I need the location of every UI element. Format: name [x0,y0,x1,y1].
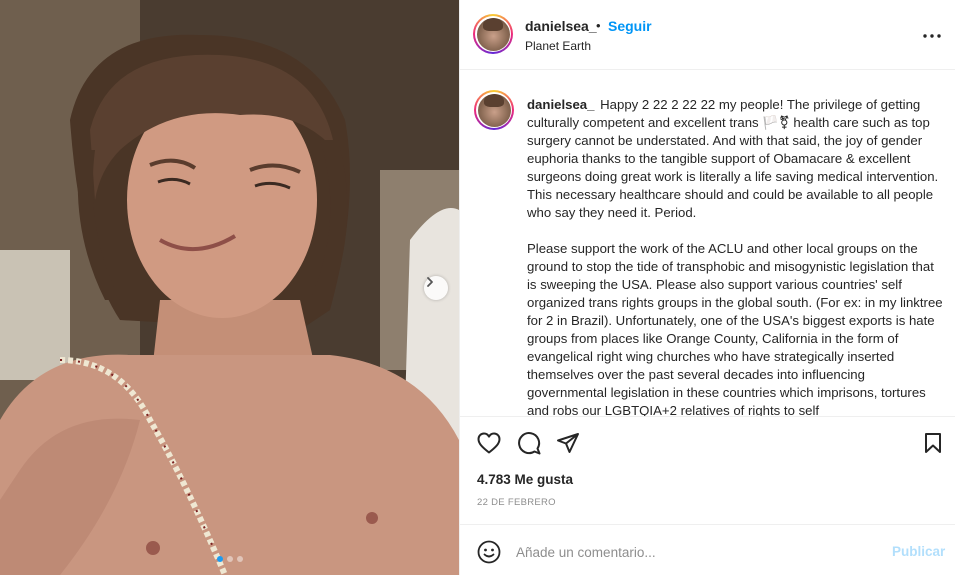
comment-bubble-icon [518,432,541,455]
caption-section[interactable]: danielsea_ Happy 2 22 2 22 22 my people!… [460,71,955,416]
next-photo-button[interactable] [424,276,448,300]
carousel-dot [227,556,233,562]
emoji-button[interactable] [476,539,502,565]
portrait-image [0,0,459,575]
smiley-icon [477,540,501,564]
post-caption: danielsea_ Happy 2 22 2 22 22 my people!… [527,96,947,416]
caption-paragraph: Happy 2 22 2 22 22 my people! The privil… [527,97,939,220]
paper-plane-icon [557,433,579,453]
chevron-right-icon [427,277,433,287]
add-comment-bar: Publicar [460,524,955,575]
caption-paragraph: Please support the work of the ACLU and … [527,241,943,416]
more-horizontal-icon [923,34,941,38]
save-button[interactable] [920,430,946,456]
like-button[interactable] [476,430,502,456]
action-bar [460,416,955,468]
comment-button[interactable] [516,430,542,456]
comment-input[interactable] [516,541,876,563]
likes-count[interactable]: 4.783 Me gusta [477,472,573,487]
heart-icon [477,432,501,454]
post-photo[interactable] [0,0,459,575]
post-location[interactable]: Planet Earth [525,39,591,53]
caption-username[interactable]: danielsea_ [527,97,594,112]
caption-author-avatar[interactable] [474,90,514,130]
share-button[interactable] [555,430,581,456]
carousel-dots [217,556,243,562]
carousel-dot-active [217,556,223,562]
post-details-panel: danielsea_ • Seguir Planet Earth daniels… [459,0,955,575]
header-separator: • [596,18,601,33]
post-header: danielsea_ • Seguir Planet Earth [460,0,955,70]
post-date[interactable]: 22 DE FEBRERO [477,497,556,508]
bookmark-icon [925,433,941,453]
follow-button[interactable]: Seguir [608,18,652,34]
carousel-dot [237,556,243,562]
author-avatar[interactable] [473,14,513,54]
publish-comment-button[interactable]: Publicar [892,544,945,559]
more-options-button[interactable] [920,24,944,48]
author-username[interactable]: danielsea_ [525,18,597,34]
